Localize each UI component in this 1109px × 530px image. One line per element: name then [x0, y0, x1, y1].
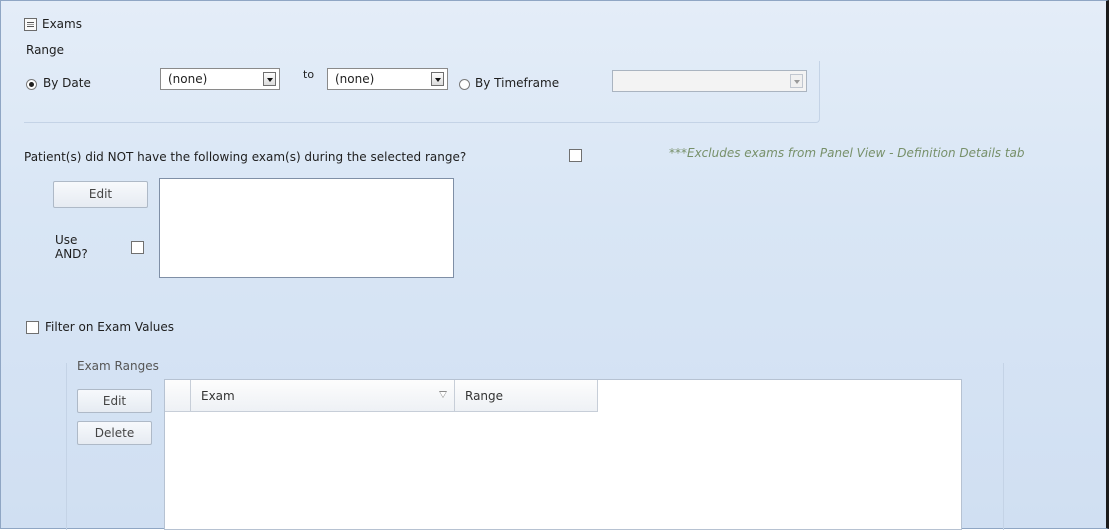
column-header-exam-label: Exam: [201, 389, 235, 403]
from-date-value: (none): [168, 72, 208, 86]
by-timeframe-radio[interactable]: [459, 79, 470, 90]
exam-edit-button[interactable]: Edit: [53, 181, 148, 208]
row-selector-header: [165, 380, 191, 412]
to-date-select[interactable]: (none): [327, 68, 448, 90]
exam-list[interactable]: [159, 178, 454, 278]
ranges-edit-button[interactable]: Edit: [77, 389, 152, 413]
exams-panel: Exams Range By Date (none) to (none) By …: [0, 0, 1109, 530]
exclusion-question: Patient(s) did NOT have the following ex…: [24, 150, 467, 164]
exam-ranges-grid[interactable]: Exam Range: [164, 379, 962, 530]
from-date-select[interactable]: (none): [160, 68, 280, 90]
column-header-range[interactable]: Range: [455, 380, 598, 412]
filter-exam-values-checkbox[interactable]: [26, 321, 39, 334]
ranges-delete-button[interactable]: Delete: [77, 421, 152, 445]
use-and-label-line2: AND?: [55, 247, 88, 261]
to-label: to: [303, 68, 315, 81]
by-date-label[interactable]: By Date: [43, 76, 91, 90]
by-timeframe-label[interactable]: By Timeframe: [475, 76, 559, 90]
chevron-down-icon[interactable]: [263, 72, 276, 86]
timeframe-select[interactable]: [612, 70, 807, 92]
collapse-icon[interactable]: [24, 18, 37, 31]
chevron-down-icon[interactable]: [431, 72, 444, 86]
section-title: Exams: [42, 17, 82, 31]
sort-icon[interactable]: [439, 391, 447, 398]
by-date-radio[interactable]: [26, 79, 37, 90]
column-header-range-label: Range: [465, 389, 504, 403]
exclusion-note: ***Excludes exams from Panel View - Defi…: [669, 146, 1025, 160]
use-and-label-line1: Use: [55, 233, 78, 247]
use-and-label: Use AND?: [55, 233, 88, 261]
column-header-exam[interactable]: Exam: [191, 380, 455, 412]
range-label: Range: [26, 43, 65, 57]
to-date-value: (none): [335, 72, 375, 86]
filter-exam-values-label[interactable]: Filter on Exam Values: [45, 320, 174, 334]
exclusion-checkbox[interactable]: [569, 149, 582, 162]
chevron-down-icon[interactable]: [790, 74, 803, 88]
use-and-checkbox[interactable]: [131, 241, 144, 254]
